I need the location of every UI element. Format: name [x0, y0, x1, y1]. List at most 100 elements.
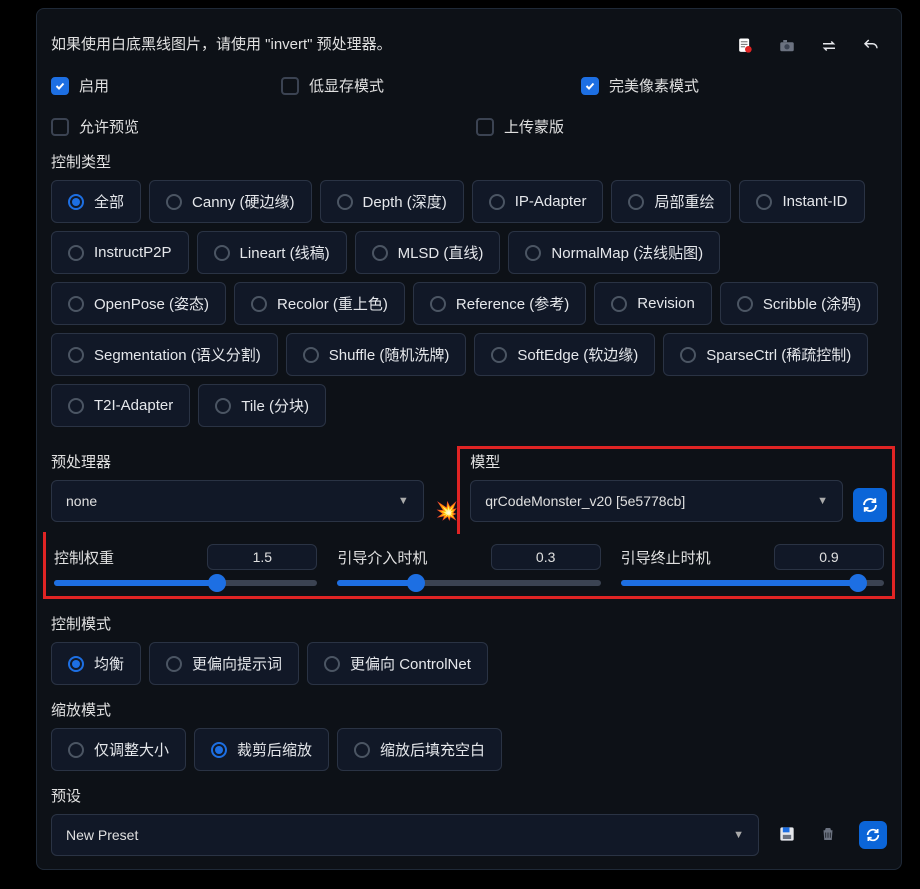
radio-dot	[756, 194, 772, 210]
control-type-option-label: Depth (深度)	[363, 191, 447, 212]
control-type-option-4[interactable]: 局部重绘	[611, 180, 731, 223]
controlnet-panel: 如果使用白底黑线图片，请使用 "invert" 预处理器。 启用 低显存模式	[36, 8, 902, 870]
control-type-option-18[interactable]: SparseCtrl (稀疏控制)	[663, 333, 868, 376]
end-slider[interactable]	[621, 580, 884, 586]
model-select[interactable]: qrCodeMonster_v20 [5e5778cb] ▼	[470, 480, 843, 522]
radio-dot	[214, 245, 230, 261]
control-type-option-7[interactable]: Lineart (线稿)	[197, 231, 347, 274]
check-enable[interactable]: 启用	[51, 75, 271, 96]
radio-dot	[68, 347, 84, 363]
check-allow-preview-label: 允许预览	[79, 116, 139, 137]
control-mode-option-label: 均衡	[94, 653, 124, 674]
control-type-option-20[interactable]: Tile (分块)	[198, 384, 326, 427]
end-value[interactable]: 0.9	[774, 544, 884, 570]
control-type-option-15[interactable]: Segmentation (语义分割)	[51, 333, 278, 376]
preprocessor-select[interactable]: none ▼	[51, 480, 424, 522]
refresh-preset-button[interactable]	[859, 821, 887, 849]
end-label: 引导终止时机	[621, 547, 711, 568]
control-type-option-14[interactable]: Scribble (涂鸦)	[720, 282, 878, 325]
radio-dot	[611, 296, 627, 312]
control-mode-option-label: 更偏向 ControlNet	[350, 653, 471, 674]
checkbox-upload-mask[interactable]	[476, 118, 494, 136]
check-row-1: 启用 低显存模式 完美像素模式	[51, 75, 887, 96]
resize-mode-option-2[interactable]: 缩放后填充空白	[337, 728, 502, 771]
control-type-option-label: 局部重绘	[654, 191, 714, 212]
control-type-option-13[interactable]: Revision	[594, 282, 712, 325]
control-type-option-0[interactable]: 全部	[51, 180, 141, 223]
control-type-option-label: InstructP2P	[94, 244, 172, 261]
slider-start: 引导介入时机 0.3	[337, 544, 600, 586]
control-type-option-label: Reference (参考)	[456, 293, 569, 314]
radio-dot	[337, 194, 353, 210]
radio-dot	[430, 296, 446, 312]
control-type-option-label: Canny (硬边缘)	[192, 191, 295, 212]
weight-slider[interactable]	[54, 580, 317, 586]
control-type-option-label: Revision	[637, 295, 695, 312]
check-upload-mask[interactable]: 上传蒙版	[476, 116, 564, 137]
control-type-option-16[interactable]: Shuffle (随机洗牌)	[286, 333, 467, 376]
weight-value[interactable]: 1.5	[207, 544, 317, 570]
camera-icon[interactable]	[777, 37, 797, 55]
control-type-option-17[interactable]: SoftEdge (软边缘)	[474, 333, 655, 376]
check-lowvram[interactable]: 低显存模式	[281, 75, 571, 96]
control-mode-option-2[interactable]: 更偏向 ControlNet	[307, 642, 488, 685]
control-type-option-2[interactable]: Depth (深度)	[320, 180, 464, 223]
radio-dot	[68, 245, 84, 261]
radio-dot	[491, 347, 507, 363]
radio-dot	[68, 296, 84, 312]
control-mode-option-0[interactable]: 均衡	[51, 642, 141, 685]
control-type-option-label: NormalMap (法线贴图)	[551, 242, 703, 263]
control-type-option-11[interactable]: Recolor (重上色)	[234, 282, 405, 325]
control-type-option-10[interactable]: OpenPose (姿态)	[51, 282, 226, 325]
control-type-option-9[interactable]: NormalMap (法线贴图)	[508, 231, 720, 274]
checkbox-lowvram[interactable]	[281, 77, 299, 95]
refresh-model-button[interactable]	[853, 488, 887, 522]
radio-dot	[303, 347, 319, 363]
weight-label: 控制权重	[54, 547, 114, 568]
radio-dot	[525, 245, 541, 261]
control-mode-option-1[interactable]: 更偏向提示词	[149, 642, 299, 685]
control-type-option-label: Tile (分块)	[241, 395, 309, 416]
radio-dot	[737, 296, 753, 312]
swap-icon[interactable]	[819, 37, 839, 55]
trash-icon[interactable]	[819, 824, 837, 847]
resize-mode-label: 缩放模式	[51, 699, 887, 720]
doc-icon[interactable]	[735, 37, 755, 55]
save-icon[interactable]	[777, 824, 797, 847]
control-mode-radios: 均衡 更偏向提示词 更偏向 ControlNet	[51, 642, 887, 685]
control-type-option-1[interactable]: Canny (硬边缘)	[149, 180, 312, 223]
preset-select[interactable]: New Preset ▼	[51, 814, 759, 856]
start-value[interactable]: 0.3	[491, 544, 601, 570]
slider-row: 控制权重 1.5 引导介入时机 0.3	[54, 544, 884, 586]
preprocessor-value: none	[66, 493, 97, 509]
checkbox-allow-preview[interactable]	[51, 118, 69, 136]
check-row-2: 允许预览 上传蒙版	[51, 116, 887, 137]
control-type-option-label: Recolor (重上色)	[277, 293, 388, 314]
control-type-option-8[interactable]: MLSD (直线)	[355, 231, 501, 274]
chevron-down-icon: ▼	[817, 495, 828, 507]
control-type-option-3[interactable]: IP-Adapter	[472, 180, 604, 223]
radio-dot	[68, 398, 84, 414]
control-type-option-12[interactable]: Reference (参考)	[413, 282, 586, 325]
slider-end: 引导终止时机 0.9	[621, 544, 884, 586]
control-type-option-6[interactable]: InstructP2P	[51, 231, 189, 274]
control-type-option-19[interactable]: T2I-Adapter	[51, 384, 190, 427]
check-pixel-perfect[interactable]: 完美像素模式	[581, 75, 699, 96]
control-mode-option-label: 更偏向提示词	[192, 653, 282, 674]
preset-actions	[777, 821, 887, 849]
radio-dot	[489, 194, 505, 210]
control-type-option-5[interactable]: Instant-ID	[739, 180, 864, 223]
control-type-option-label: Shuffle (随机洗牌)	[329, 344, 450, 365]
preprocessor-label: 预处理器	[51, 451, 461, 472]
resize-mode-option-0[interactable]: 仅调整大小	[51, 728, 186, 771]
resize-mode-option-label: 裁剪后缩放	[237, 739, 312, 760]
checkbox-pixel-perfect[interactable]	[581, 77, 599, 95]
explosion-icon[interactable]: 💥	[434, 501, 460, 522]
resize-mode-option-1[interactable]: 裁剪后缩放	[194, 728, 329, 771]
undo-icon[interactable]	[861, 37, 881, 55]
start-slider[interactable]	[337, 580, 600, 586]
checkbox-enable[interactable]	[51, 77, 69, 95]
radio-dot	[215, 398, 231, 414]
check-allow-preview[interactable]: 允许预览	[51, 116, 466, 137]
radio-dot	[324, 656, 340, 672]
